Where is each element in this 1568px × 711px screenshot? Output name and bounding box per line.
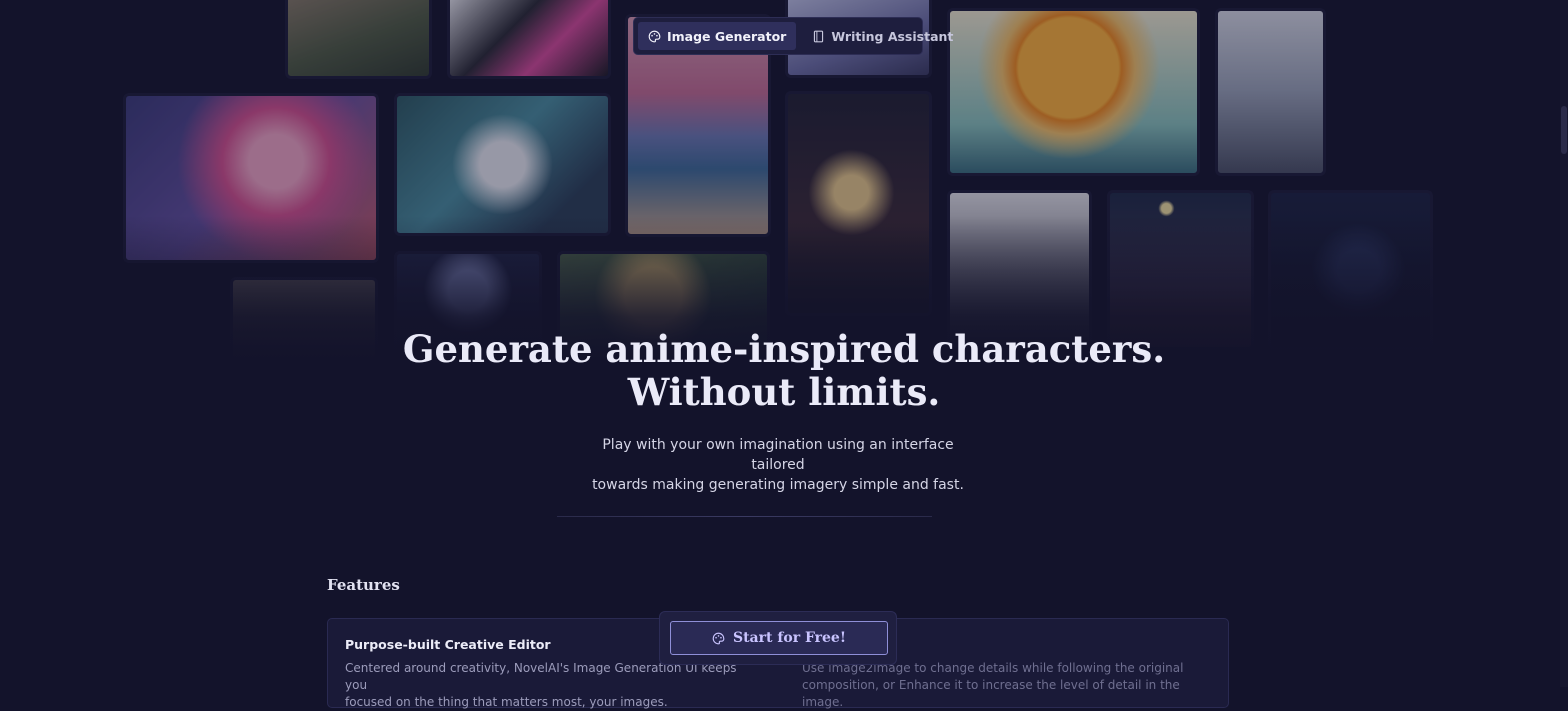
feature-description-line: composition, or Enhance it to increase t…: [802, 678, 1180, 709]
page-scrollbar[interactable]: [1560, 0, 1568, 687]
hero-title-line: Without limits.: [627, 370, 941, 414]
feature-description: Use image2image to change details while …: [802, 660, 1202, 711]
cta-label: Start for Free!: [732, 630, 846, 646]
cta-container: Start for Free!: [659, 611, 897, 665]
tab-label: Writing Assistant: [831, 28, 954, 44]
feature-description-line: focused on the thing that matters most, …: [345, 695, 668, 709]
start-for-free-button[interactable]: Start for Free!: [670, 621, 888, 655]
tab-image-generator[interactable]: Image Generator: [638, 22, 797, 50]
feature-description-line: Centered around creativity, NovelAI's Im…: [345, 661, 737, 692]
feature-description: Centered around creativity, NovelAI's Im…: [345, 660, 745, 711]
scrollbar-thumb[interactable]: [1561, 106, 1567, 154]
hero-subtitle: Play with your own imagination using an …: [575, 435, 981, 495]
features-heading: Features: [327, 576, 400, 594]
book-icon: [814, 30, 824, 42]
palette-icon: [712, 632, 725, 644]
product-switcher: Image Generator Writing Assistant: [633, 17, 953, 55]
tab-label: Image Generator: [667, 28, 787, 44]
hero-title: Generate anime-inspired characters. With…: [300, 328, 1268, 414]
tab-writing-assistant[interactable]: Writing Assistant: [802, 22, 963, 50]
hero-subtitle-line: Play with your own imagination using an …: [602, 437, 954, 473]
hero-title-line: Generate anime-inspired characters.: [402, 327, 1166, 371]
divider: [557, 516, 932, 517]
hero-subtitle-line: towards making generating imagery simple…: [592, 477, 964, 493]
palette-icon: [648, 30, 661, 42]
